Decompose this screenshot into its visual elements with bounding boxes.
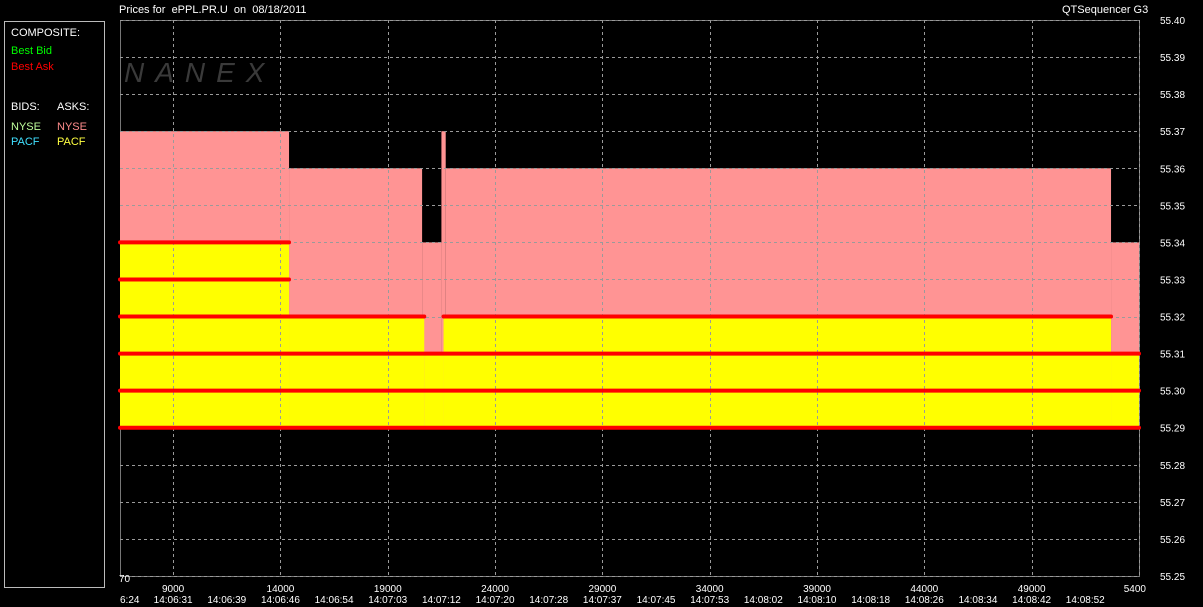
time-label: 14:07:45 <box>637 595 676 606</box>
time-label: 14:08:18 <box>851 595 890 606</box>
x-tick-label: 5400 <box>1124 584 1147 595</box>
bid-area-step <box>289 316 425 428</box>
x-tick-label: 39000 <box>803 584 831 595</box>
y-tick-label: 55.37 <box>1160 127 1185 138</box>
y-tick-label: 55.30 <box>1160 387 1185 398</box>
y-tick-label: 55.38 <box>1160 90 1185 101</box>
x-tick-label: 19000 <box>374 584 402 595</box>
time-label: 14:08:52 <box>1066 595 1105 606</box>
time-label: 14:06:39 <box>207 595 246 606</box>
x-tick-label: 9000 <box>162 584 185 595</box>
time-label: 14:08:10 <box>798 595 837 606</box>
time-label: 14:06:46 <box>261 595 300 606</box>
y-tick-label: 55.26 <box>1160 535 1185 546</box>
y-tick-label: 55.28 <box>1160 461 1185 472</box>
y-tick-label: 55.35 <box>1160 201 1185 212</box>
y-tick-label: 55.33 <box>1160 275 1185 286</box>
y-tick-label: 55.32 <box>1160 313 1185 324</box>
time-label: 14:08:26 <box>905 595 944 606</box>
y-tick-label: 55.40 <box>1160 16 1185 27</box>
y-tick-label: 55.34 <box>1160 238 1185 249</box>
time-label: 6:24 <box>120 595 140 606</box>
x-tick-label: 14000 <box>267 584 295 595</box>
price-chart: NANEX 55.40 55.39 55.38 55.37 55.36 55.35 55.3… <box>118 16 1185 606</box>
time-label: 14:07:12 <box>422 595 461 606</box>
time-label: 14:07:53 <box>690 595 729 606</box>
time-label: 14:06:31 <box>154 595 193 606</box>
y-tick-label: 55.27 <box>1160 498 1185 509</box>
time-label: 14:08:34 <box>959 595 998 606</box>
x-tick-label: 29000 <box>588 584 616 595</box>
time-label: 14:08:42 <box>1012 595 1051 606</box>
x-tick-label: 34000 <box>696 584 724 595</box>
y-tick-label: 55.29 <box>1160 424 1185 435</box>
y-tick-label: 55.31 <box>1160 350 1185 361</box>
bid-area-step <box>443 316 1112 428</box>
x-start-label: 70 <box>119 574 131 585</box>
x-tick-label: 24000 <box>481 584 509 595</box>
time-label: 14:08:02 <box>744 595 783 606</box>
time-label: 14:07:37 <box>583 595 622 606</box>
y-tick-label: 55.39 <box>1160 53 1185 64</box>
y-tick-label: 55.36 <box>1160 164 1185 175</box>
x-tick-label: 49000 <box>1018 584 1046 595</box>
x-tick-label: 44000 <box>910 584 938 595</box>
watermark: NANEX <box>124 57 275 88</box>
time-label: 14:07:28 <box>529 595 568 606</box>
time-label: 14:07:20 <box>476 595 515 606</box>
bid-area-step <box>120 242 290 428</box>
y-tick-label: 55.25 <box>1160 572 1185 583</box>
time-label: 14:07:03 <box>368 595 407 606</box>
time-label: 14:06:54 <box>315 595 354 606</box>
